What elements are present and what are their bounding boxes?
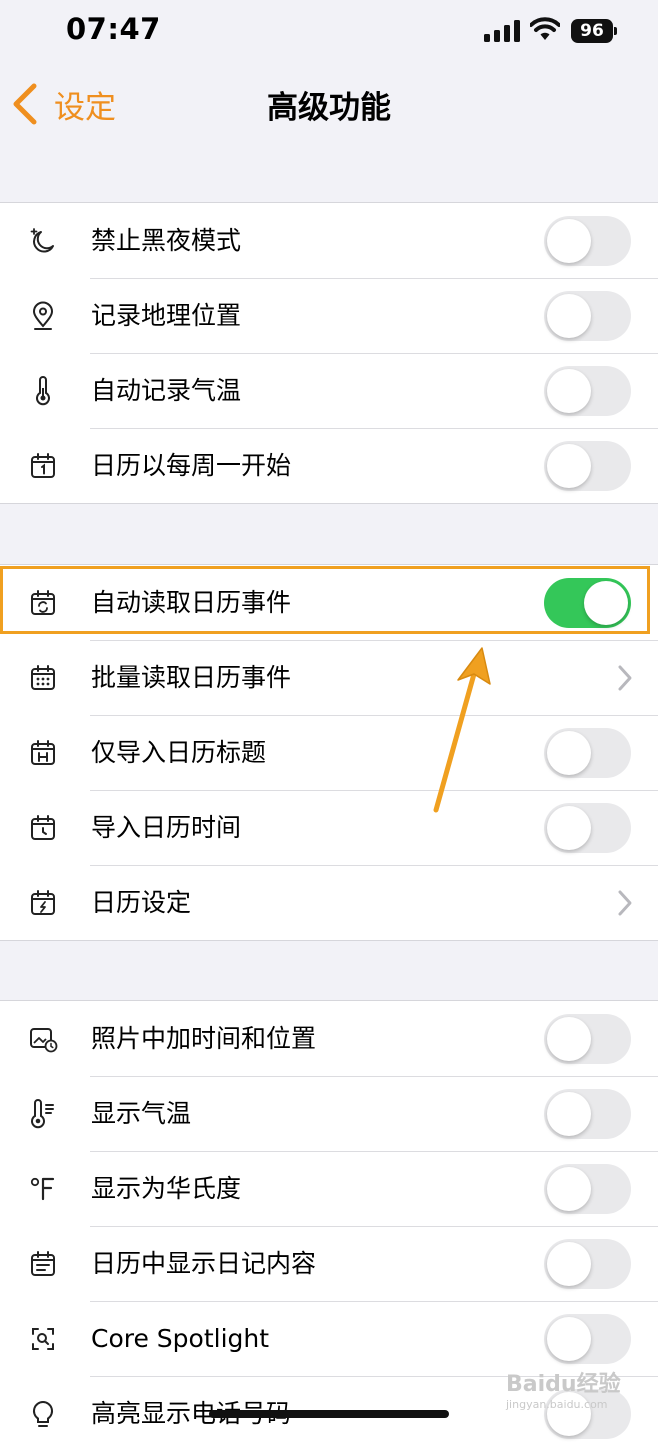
toggle-switch[interactable] xyxy=(544,728,631,778)
row-label: 仅导入日历标题 xyxy=(91,738,267,767)
settings-group-general: 禁止黑夜模式 记录地理位置 自动记录气温 日历以每周一开始 xyxy=(0,202,658,504)
row-calendar-settings[interactable]: 日历设定 xyxy=(0,865,658,940)
row-label: 记录地理位置 xyxy=(91,301,242,330)
home-indicator[interactable] xyxy=(209,1410,449,1418)
row-label: 自动记录气温 xyxy=(91,376,242,405)
row-batch-read-calendar-events[interactable]: 批量读取日历事件 xyxy=(0,640,658,715)
moon-icon xyxy=(28,226,58,256)
row-import-calendar-time: 导入日历时间 xyxy=(0,790,658,865)
settings-group-calendar: 自动读取日历事件 批量读取日历事件 仅导入日历标题 导入日历时间 日历设定 xyxy=(0,564,658,941)
watermark-subtext: jingyan.baidu.com xyxy=(506,1398,608,1411)
row-label: 禁止黑夜模式 xyxy=(91,226,242,255)
row-disable-dark-mode: 禁止黑夜模式 xyxy=(0,203,658,278)
row-label: 显示为华氏度 xyxy=(91,1174,242,1203)
row-label: 日历设定 xyxy=(91,888,192,917)
thermometer-icon xyxy=(28,376,58,406)
row-core-spotlight: Core Spotlight xyxy=(0,1301,658,1376)
calendar-one-icon xyxy=(28,451,58,481)
row-show-fahrenheit: 显示为华氏度 xyxy=(0,1151,658,1226)
battery-level: 96 xyxy=(571,19,613,43)
chevron-right-icon xyxy=(618,890,632,916)
row-label: 导入日历时间 xyxy=(91,813,242,842)
spotlight-icon xyxy=(28,1324,58,1354)
status-time: 07:47 xyxy=(66,12,161,46)
row-week-starts-monday: 日历以每周一开始 xyxy=(0,428,658,503)
calendar-h-icon xyxy=(28,738,58,768)
chevron-right-icon xyxy=(618,665,632,691)
toggle-switch[interactable] xyxy=(544,1014,631,1064)
toggle-switch[interactable] xyxy=(544,1164,631,1214)
row-label: Core Spotlight xyxy=(91,1324,270,1353)
calendar-clock-icon xyxy=(28,813,58,843)
wifi-icon xyxy=(530,17,560,40)
location-pin-icon xyxy=(28,301,58,331)
annotation-arrow xyxy=(433,647,491,813)
row-auto-read-calendar-events: 自动读取日历事件 xyxy=(0,565,658,640)
toggle-switch[interactable] xyxy=(544,1089,631,1139)
row-record-location: 记录地理位置 xyxy=(0,278,658,353)
calendar-notes-icon xyxy=(28,1249,58,1279)
row-label: 照片中加时间和位置 xyxy=(91,1024,317,1053)
battery-icon: 96 xyxy=(571,19,617,43)
toggle-switch[interactable] xyxy=(544,1314,631,1364)
row-label: 日历以每周一开始 xyxy=(91,451,292,480)
row-label: 日历中显示日记内容 xyxy=(91,1249,317,1278)
lightbulb-icon xyxy=(28,1399,58,1429)
row-show-diary-in-calendar: 日历中显示日记内容 xyxy=(0,1226,658,1301)
watermark: Baidu经验 jingyan.baidu.com xyxy=(506,1366,626,1411)
toggle-switch[interactable] xyxy=(544,216,631,266)
row-label: 显示气温 xyxy=(91,1099,192,1128)
calendar-settings-icon xyxy=(28,888,58,918)
toggle-switch[interactable] xyxy=(544,578,631,628)
row-import-calendar-title-only: 仅导入日历标题 xyxy=(0,715,658,790)
cellular-signal-icon xyxy=(484,20,520,42)
photo-clock-icon xyxy=(28,1024,58,1054)
fahrenheit-icon xyxy=(28,1174,58,1204)
row-label: 批量读取日历事件 xyxy=(91,663,292,692)
navigation-bar: 设定 高级功能 xyxy=(0,64,658,144)
calendar-grid-icon xyxy=(28,663,58,693)
toggle-switch[interactable] xyxy=(544,366,631,416)
watermark-text: Baidu经验 xyxy=(506,1372,621,1397)
toggle-switch[interactable] xyxy=(544,291,631,341)
toggle-switch[interactable] xyxy=(544,441,631,491)
toggle-switch[interactable] xyxy=(544,803,631,853)
row-show-temperature: 显示气温 xyxy=(0,1076,658,1151)
toggle-switch[interactable] xyxy=(544,1239,631,1289)
calendar-sync-icon xyxy=(28,588,58,618)
thermometer-lines-icon xyxy=(28,1099,58,1129)
row-label: 自动读取日历事件 xyxy=(91,588,292,617)
page-title: 高级功能 xyxy=(267,90,391,126)
row-auto-record-temperature: 自动记录气温 xyxy=(0,353,658,428)
status-bar: 07:47 96 xyxy=(0,0,658,60)
row-photo-time-location: 照片中加时间和位置 xyxy=(0,1001,658,1076)
